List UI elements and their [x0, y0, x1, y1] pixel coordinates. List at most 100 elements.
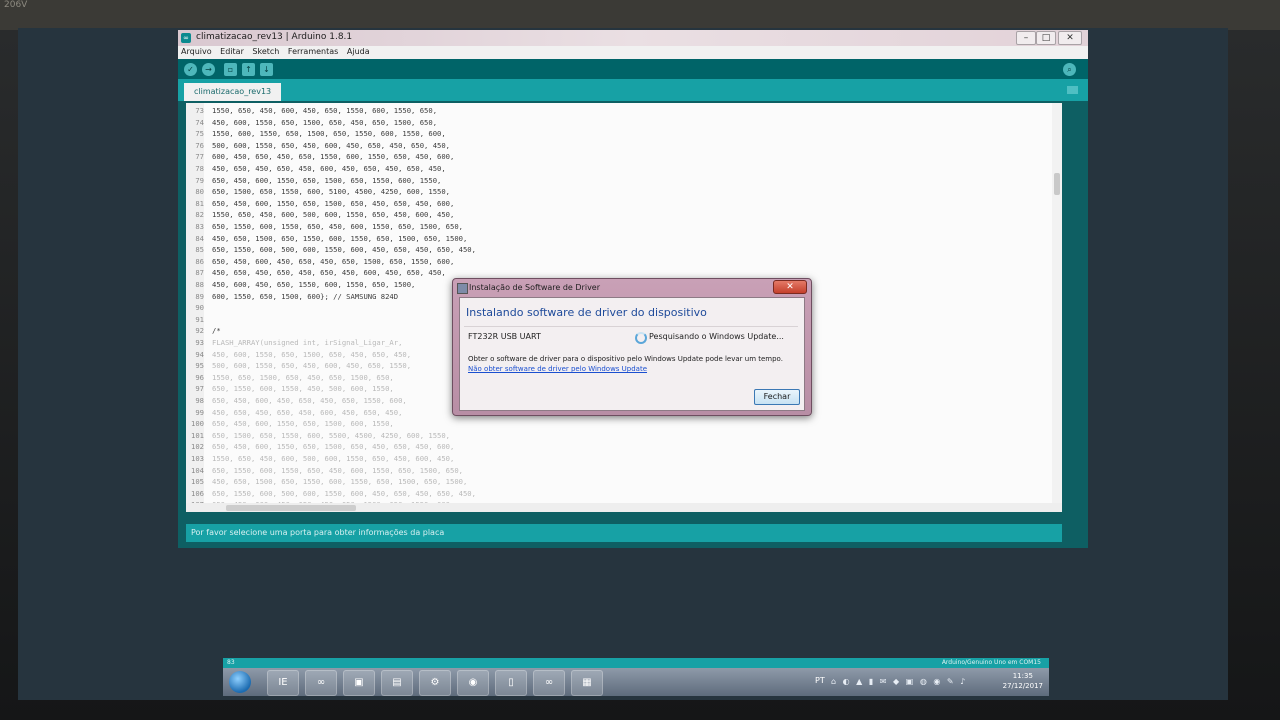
dialog-device-icon [457, 283, 468, 294]
code-line: 91 [186, 314, 212, 326]
code-line: 83 650, 1550, 600, 1550, 650, 450, 600, 1… [186, 221, 463, 233]
code-line: 86 650, 450, 600, 450, 650, 450, 650, 150… [186, 256, 454, 268]
code-line: 105 450, 650, 1500, 650, 1550, 600, 1550,… [186, 476, 467, 488]
menu-ajuda[interactable]: Ajuda [344, 46, 373, 57]
tab-sketch[interactable]: climatizacao_rev13 [184, 83, 282, 101]
horizontal-scrollbar[interactable] [186, 503, 1062, 512]
code-text: 600, 1550, 650, 1500, 600}; // SAMSUNG 8… [212, 291, 399, 301]
line-number: 103 [191, 454, 204, 463]
horizontal-scroll-thumb[interactable] [226, 505, 356, 511]
code-line: 87 450, 650, 450, 650, 450, 650, 450, 600… [186, 267, 445, 279]
skip-windows-update-link[interactable]: Não obter software de driver pelo Window… [468, 365, 647, 373]
vertical-scroll-thumb[interactable] [1054, 173, 1060, 195]
code-text: 1550, 650, 450, 600, 500, 600, 1550, 650… [212, 210, 455, 220]
code-line: 100 650, 450, 600, 1550, 650, 1500, 600, … [186, 418, 394, 430]
code-text: 450, 650, 450, 650, 450, 600, 450, 650, … [212, 407, 403, 417]
line-number: 102 [191, 442, 204, 452]
taskbar-app-arduino-2[interactable]: ∞ [533, 670, 565, 696]
code-line: 84 450, 650, 1500, 650, 1550, 600, 1550, … [186, 233, 467, 245]
maximize-button[interactable]: □ [1036, 31, 1056, 45]
clock-time: 11:35 [1012, 672, 1033, 680]
code-line: 103 1550, 650, 450, 600, 500, 600, 1550, … [186, 453, 454, 465]
monitor-screen: ∞ climatizacao_rev13 | Arduino 1.8.1 – □… [18, 28, 1228, 700]
code-text: 650, 450, 600, 1550, 650, 1500, 650, 155… [212, 175, 442, 185]
taskbar-app-window[interactable]: ▣ [343, 670, 375, 696]
window-titlebar[interactable]: ∞ climatizacao_rev13 | Arduino 1.8.1 – □… [178, 30, 1088, 46]
code-text: 650, 1550, 600, 1550, 650, 450, 600, 155… [212, 465, 463, 475]
code-text: 450, 650, 1500, 650, 1550, 600, 1550, 65… [212, 233, 468, 243]
line-number: 94 [195, 349, 204, 359]
code-line: 97 650, 1550, 600, 1550, 450, 500, 600, 1… [186, 383, 393, 395]
code-text: 450, 600, 1550, 650, 1500, 650, 450, 650… [212, 117, 438, 127]
code-line: 106 650, 1550, 600, 500, 600, 1550, 600, … [186, 488, 476, 500]
device-status: Pesquisando o Windows Update... [649, 332, 784, 341]
menu-ferramentas[interactable]: Ferramentas [285, 46, 341, 57]
start-button-icon[interactable] [229, 671, 251, 693]
taskbar-app-chrome[interactable]: ◉ [457, 670, 489, 696]
serial-monitor-button[interactable]: ⌕ [1063, 63, 1076, 76]
taskbar-app-paint[interactable]: ▦ [571, 670, 603, 696]
code-text: 650, 450, 600, 1550, 650, 1500, 650, 450… [212, 198, 455, 208]
code-text: 650, 1550, 600, 500, 600, 1550, 600, 450… [212, 245, 476, 255]
taskbar-clock[interactable]: 11:35 27/12/2017 [1003, 671, 1043, 691]
code-line: 76 500, 600, 1550, 650, 450, 600, 450, 65… [186, 140, 450, 152]
code-text: 650, 1500, 650, 1550, 600, 5100, 4500, 4… [212, 187, 450, 197]
driver-install-dialog: Instalação de Software de Driver ✕ Insta… [452, 278, 812, 416]
code-text: /* [212, 326, 221, 336]
open-sketch-button[interactable]: ↑ [242, 63, 255, 76]
code-text: 650, 450, 600, 1550, 650, 1500, 650, 450… [212, 442, 455, 452]
dialog-info-text: Obter o software de driver para o dispos… [468, 355, 783, 363]
dialog-separator [464, 326, 798, 327]
line-number: 95 [195, 361, 204, 371]
dialog-close-button[interactable]: ✕ [773, 280, 807, 294]
dialog-fechar-button[interactable]: Fechar [754, 389, 800, 405]
system-tray-icons[interactable]: ⌂ ◐ ▲ ▮ ✉ ◆ ▣ ◍ ◉ ✎ ♪ [831, 677, 967, 686]
code-line: 74 450, 600, 1550, 650, 1500, 650, 450, 6… [186, 117, 437, 129]
code-line: 95 500, 600, 1550, 650, 450, 600, 450, 65… [186, 360, 411, 372]
taskbar-app-settings[interactable]: ⚙ [419, 670, 451, 696]
line-number: 78 [195, 164, 204, 173]
line-number: 96 [195, 372, 204, 382]
upload-button[interactable]: → [202, 63, 215, 76]
save-sketch-button[interactable]: ↓ [260, 63, 273, 76]
vertical-scrollbar[interactable] [1052, 103, 1062, 512]
menu-bar: Arquivo Editar Sketch Ferramentas Ajuda [178, 46, 1088, 59]
code-line: 77 600, 450, 650, 450, 650, 1550, 600, 15… [186, 151, 454, 163]
taskbar-app-arduino[interactable]: ∞ [305, 670, 337, 696]
code-line: 78 450, 650, 450, 650, 450, 600, 450, 650… [186, 163, 446, 175]
line-number: 106 [191, 488, 204, 498]
code-line: 99 450, 650, 450, 650, 450, 600, 450, 650… [186, 407, 402, 419]
line-number: 99 [195, 407, 204, 417]
line-number: 90 [195, 303, 204, 313]
line-number: 86 [195, 256, 204, 266]
menu-sketch[interactable]: Sketch [249, 46, 282, 57]
line-number: 74 [195, 117, 204, 127]
minimize-button[interactable]: – [1016, 31, 1036, 45]
language-indicator[interactable]: PT [815, 676, 825, 685]
tab-menu-icon[interactable] [1067, 86, 1078, 94]
code-line: 79 650, 450, 600, 1550, 650, 1500, 650, 1… [186, 175, 441, 187]
new-sketch-button[interactable]: ▫ [224, 63, 237, 76]
code-text: FLASH_ARRAY(unsigned int, irSignal_Ligar… [212, 338, 403, 347]
taskbar-app-ie[interactable]: IE [267, 670, 299, 696]
taskbar-app-explorer[interactable]: ▤ [381, 670, 413, 696]
menu-editar[interactable]: Editar [217, 46, 247, 57]
arduino-app-icon: ∞ [181, 33, 191, 43]
line-number: 83 [195, 222, 204, 231]
window-close-button[interactable]: ✕ [1058, 31, 1082, 45]
code-line: 90 [186, 302, 212, 314]
code-text: 1550, 650, 1500, 650, 450, 650, 1500, 65… [212, 372, 394, 382]
line-number: 91 [195, 314, 204, 324]
device-name: FT232R USB UART [468, 332, 541, 341]
code-text: 600, 450, 650, 450, 650, 1550, 600, 1550… [212, 152, 455, 162]
code-line: 94 450, 600, 1550, 650, 1500, 650, 450, 6… [186, 349, 411, 361]
taskbar-app-device[interactable]: ▯ [495, 670, 527, 696]
code-text: 450, 650, 450, 650, 450, 600, 450, 650, … [212, 164, 446, 173]
line-number: 73 [195, 106, 204, 115]
menu-arquivo[interactable]: Arquivo [178, 46, 215, 57]
code-text: 1550, 650, 450, 600, 500, 600, 1550, 650… [212, 454, 455, 463]
code-line: 81 650, 450, 600, 1550, 650, 1500, 650, 4… [186, 198, 454, 210]
line-number: 98 [195, 396, 204, 405]
code-text: 500, 600, 1550, 650, 450, 600, 450, 650,… [212, 361, 412, 371]
verify-button[interactable]: ✓ [184, 63, 197, 76]
